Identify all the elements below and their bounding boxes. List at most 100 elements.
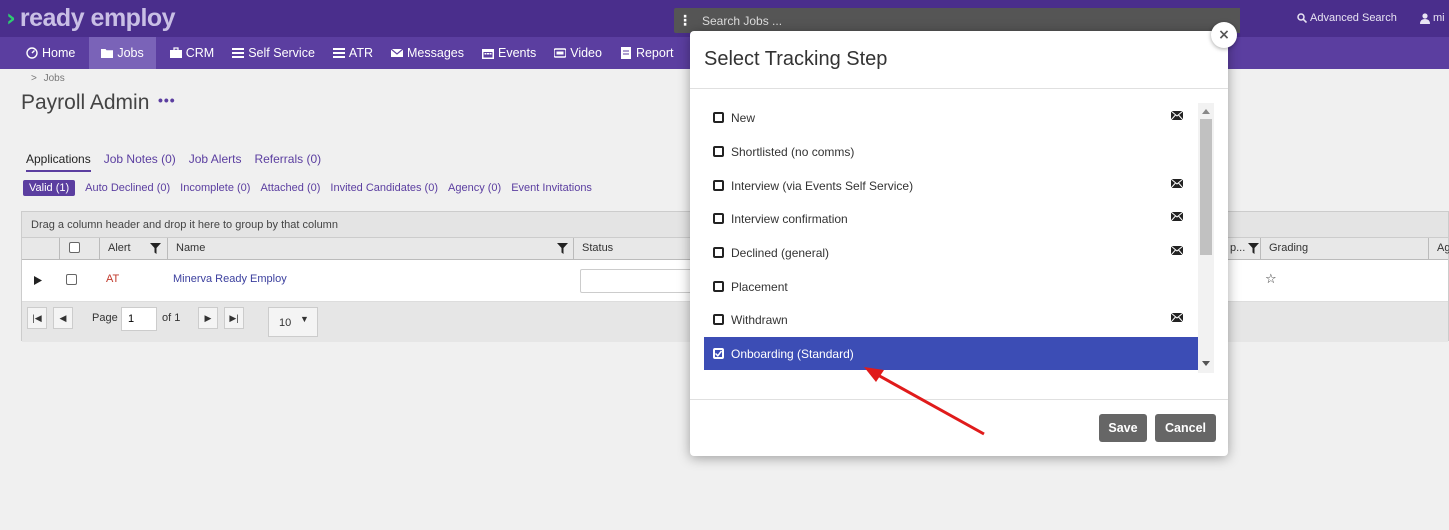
breadcrumb-jobs[interactable]: Jobs [44, 73, 65, 84]
advanced-search-link[interactable]: Advanced Search [1297, 12, 1397, 24]
search-menu-icon[interactable]: ⋮ [674, 13, 696, 29]
filter-icon[interactable] [150, 243, 161, 254]
user-menu[interactable]: mi [1420, 12, 1445, 24]
step-interview-confirmation[interactable]: Interview confirmation [704, 202, 1198, 235]
chevron-down-icon: ▼ [300, 314, 309, 324]
subtab-event-invitations[interactable]: Event Invitations [511, 182, 592, 194]
nav-report[interactable]: Report [614, 37, 686, 69]
nav-self-service[interactable]: Self Service [226, 37, 327, 69]
page-number-input[interactable] [121, 307, 157, 331]
tracking-step-list: New Shortlisted (no comms) Interview (vi… [704, 101, 1198, 372]
nav-home-label: Home [42, 46, 76, 60]
step-checkbox[interactable] [713, 281, 724, 292]
step-withdrawn[interactable]: Withdrawn [704, 303, 1198, 336]
subtab-agency[interactable]: Agency (0) [448, 182, 501, 194]
subtab-invited-candidates[interactable]: Invited Candidates (0) [330, 182, 438, 194]
column-header-grading-label: Grading [1269, 242, 1309, 254]
next-page-button[interactable]: ▶ [198, 307, 218, 329]
user-icon [1420, 12, 1430, 24]
nav-video-label: Video [570, 46, 602, 60]
search-input[interactable] [696, 8, 1240, 33]
step-checkbox[interactable] [713, 112, 724, 123]
scroll-up-icon[interactable] [1202, 109, 1210, 114]
application-subtabs: Valid (1) Auto Declined (0) Incomplete (… [23, 180, 592, 196]
step-shortlisted[interactable]: Shortlisted (no comms) [704, 135, 1198, 168]
nav-jobs[interactable]: Jobs [89, 37, 156, 69]
step-label: Placement [731, 280, 788, 294]
row-checkbox[interactable] [66, 274, 77, 285]
title-menu-icon[interactable]: ••• [158, 92, 176, 108]
column-header-alert[interactable]: Alert [99, 238, 167, 260]
app-logo[interactable]: › ready employ [6, 3, 176, 33]
pager-page-label: Page [92, 312, 118, 324]
step-checkbox[interactable] [713, 213, 724, 224]
step-checkbox[interactable] [713, 180, 724, 191]
subtab-incomplete[interactable]: Incomplete (0) [180, 182, 250, 194]
filter-icon[interactable] [557, 243, 568, 254]
column-header-stage-label: p... [1230, 242, 1246, 254]
subtab-auto-declined[interactable]: Auto Declined (0) [85, 182, 170, 194]
cancel-button[interactable]: Cancel [1155, 414, 1216, 442]
report-icon [620, 47, 631, 59]
column-header-name[interactable]: Name [167, 238, 573, 260]
previous-page-button[interactable]: ◀ [53, 307, 73, 329]
tab-referrals[interactable]: Referrals (0) [254, 152, 321, 172]
step-label: Onboarding (Standard) [731, 347, 854, 361]
step-placement[interactable]: Placement [704, 270, 1198, 303]
tab-applications[interactable]: Applications [26, 152, 91, 172]
step-declined[interactable]: Declined (general) [704, 236, 1198, 269]
nav-events[interactable]: Events [476, 37, 548, 69]
step-label: New [731, 111, 756, 125]
close-icon[interactable]: × [1211, 22, 1237, 48]
nav-crm[interactable]: CRM [156, 37, 226, 69]
advanced-search-label: Advanced Search [1310, 12, 1397, 24]
row-status-dropdown[interactable] [580, 269, 700, 293]
expand-column-header [22, 238, 59, 260]
row-grading-star-icon[interactable]: ☆ [1265, 272, 1277, 287]
dialog-divider [690, 88, 1228, 89]
select-all-checkbox[interactable] [69, 242, 80, 253]
calendar-icon [481, 49, 494, 59]
page-size-select[interactable]: 10 ▼ [268, 307, 318, 337]
step-list-scrollbar[interactable] [1198, 103, 1214, 373]
first-page-button[interactable]: |◀ [27, 307, 47, 329]
nav-atr[interactable]: ATR [327, 37, 385, 69]
check-icon [715, 350, 722, 357]
save-button[interactable]: Save [1099, 414, 1147, 442]
logo-chevron-icon: › [6, 4, 16, 32]
nav-report-label: Report [635, 46, 674, 60]
filter-icon[interactable] [1248, 243, 1259, 254]
nav-video[interactable]: Video [548, 37, 614, 69]
scroll-down-icon[interactable] [1202, 361, 1210, 366]
nav-messages-label: Messages [407, 46, 464, 60]
column-header-status[interactable]: Status [573, 238, 703, 260]
row-name-link[interactable]: Minerva Ready Employ [173, 273, 287, 285]
global-search: ⋮ [674, 8, 1240, 33]
subtab-attached[interactable]: Attached (0) [260, 182, 320, 194]
page-title: Payroll Admin [21, 91, 150, 114]
logo-text: ready employ [19, 3, 176, 32]
subtab-valid[interactable]: Valid (1) [23, 180, 76, 196]
step-checkbox[interactable] [713, 314, 724, 325]
envelope-icon [391, 48, 403, 57]
step-label: Interview (via Events Self Service) [731, 179, 914, 193]
step-interview-self-service[interactable]: Interview (via Events Self Service) [704, 169, 1198, 202]
step-onboarding-standard[interactable]: Onboarding (Standard) [704, 337, 1198, 370]
step-checkbox[interactable] [713, 146, 724, 157]
envelope-icon [1171, 312, 1183, 323]
scroll-thumb[interactable] [1200, 119, 1212, 255]
nav-home[interactable]: Home [20, 37, 87, 69]
last-page-button[interactable]: ▶| [224, 307, 244, 329]
column-header-age[interactable]: Ag [1428, 238, 1449, 260]
tab-job-alerts[interactable]: Job Alerts [189, 152, 242, 172]
expand-row-icon[interactable] [34, 276, 42, 285]
envelope-icon [1171, 178, 1183, 189]
tab-job-notes[interactable]: Job Notes (0) [104, 152, 176, 172]
step-checkbox-checked[interactable] [713, 348, 724, 359]
job-tabs: Applications Job Notes (0) Job Alerts Re… [26, 152, 321, 172]
column-header-grading[interactable]: Grading [1260, 238, 1428, 260]
nav-messages[interactable]: Messages [385, 37, 476, 69]
step-label: Declined (general) [731, 246, 830, 260]
step-new[interactable]: New [704, 101, 1198, 134]
step-checkbox[interactable] [713, 247, 724, 258]
